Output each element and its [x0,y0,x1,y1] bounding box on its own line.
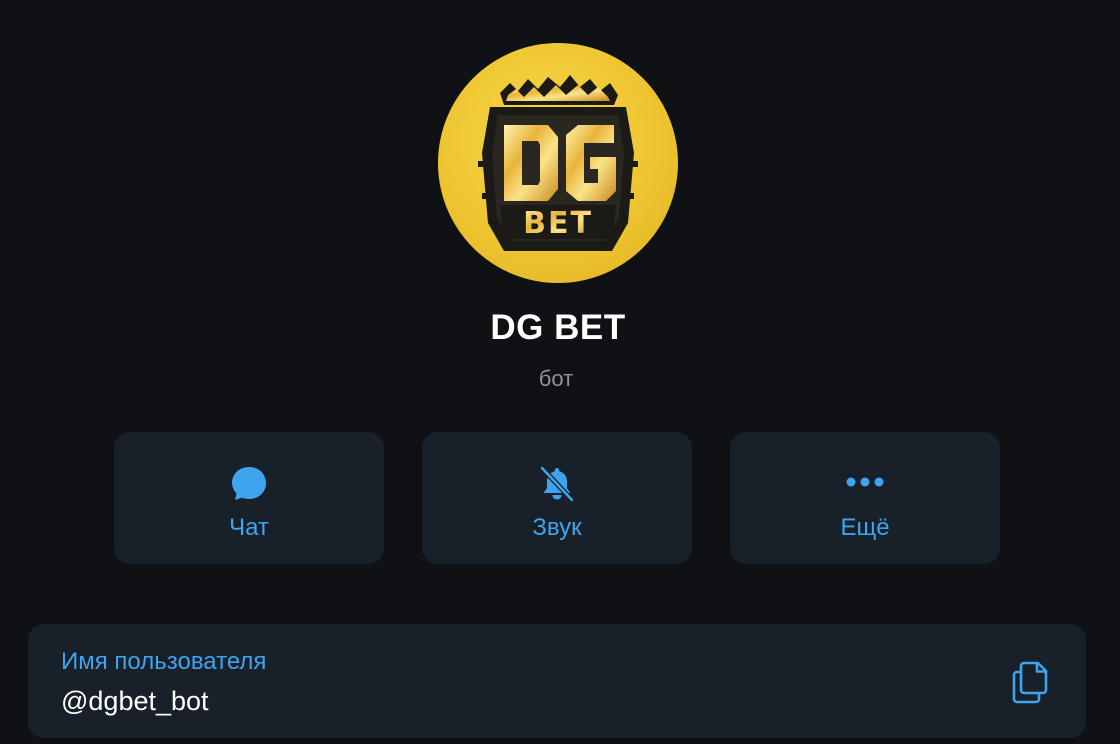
sound-button[interactable]: Звук [422,432,692,564]
username-value[interactable]: @dgbet_bot [61,686,209,717]
sound-button-label: Звук [532,514,582,541]
profile-subtitle: бот [538,366,574,391]
username-label: Имя пользователя [61,648,267,675]
chat-bubble-icon [229,464,269,504]
chat-button-label: Чат [229,514,269,541]
profile-name: DG BET [490,308,626,347]
chat-button[interactable]: Чат [114,432,384,564]
username-card[interactable]: Имя пользователя @dgbet_bot [28,624,1086,738]
bell-muted-icon [537,464,577,504]
svg-text:BET: BET [523,206,593,241]
dg-bet-logo: BET [478,75,638,251]
more-dots-icon [845,464,885,504]
more-button[interactable]: Ещё [730,432,1000,564]
more-button-label: Ещё [840,514,890,541]
avatar[interactable]: BET [438,43,678,283]
copy-icon[interactable] [1010,660,1052,704]
